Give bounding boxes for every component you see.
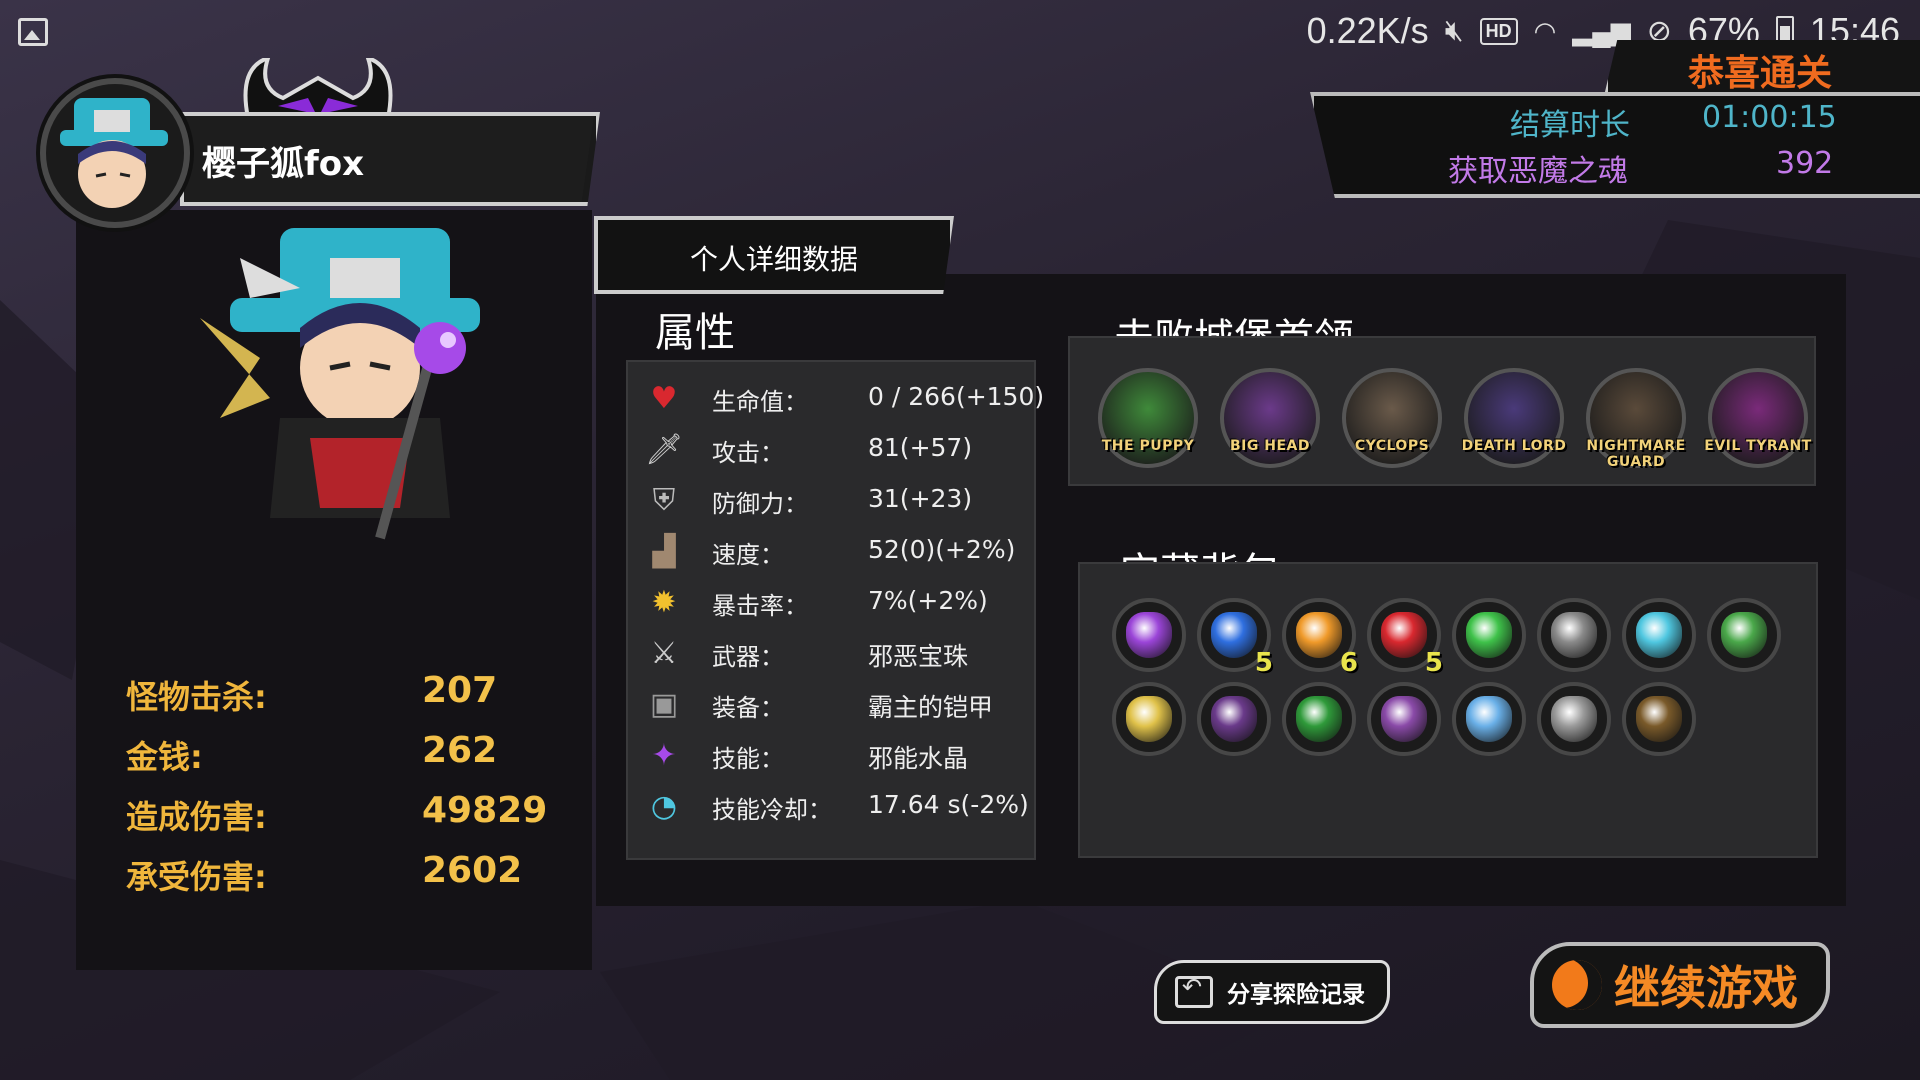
boss-name: DEATH LORD [1461,438,1567,454]
ice-rune-icon[interactable] [1622,598,1696,672]
attribute-label: 武器： [712,643,784,671]
attribute-row: ▣ 装备： 霸主的铠甲 [640,682,1040,730]
attribute-label: 技能： [712,745,784,773]
crit-sun-icon: ✹ [651,584,677,620]
boot-icon: ▟ [652,533,676,569]
duration-label: 结算时长 [1510,108,1630,143]
share-icon [1175,973,1213,1008]
tree-stump-icon[interactable] [1622,682,1696,756]
attribute-label: 技能冷却： [712,796,832,824]
attribute-label: 攻击： [712,439,784,467]
attribute-label: 暴击率： [712,592,808,620]
attribute-row: ◔ 技能冷却： 17.64 s(-2%) [640,784,1040,832]
boss-name: EVIL TYRANT [1704,438,1812,454]
boss-name: CYCLOPS [1354,438,1430,454]
tab-personal-details[interactable]: 个人详细数据 [594,216,954,294]
attribute-value: 81(+57) [868,433,973,462]
stat-value: 262 [422,730,498,771]
stat-value: 49829 [422,790,548,831]
attribute-label: 装备： [712,694,784,722]
attribute-value: 31(+23) [868,484,973,513]
player-name: 樱子狐fox [202,144,365,184]
cooldown-icon: ◔ [650,788,678,824]
stat-value: 2602 [422,850,523,891]
attributes-title: 属性 [655,310,735,356]
sword-icon: 🗡︎ [644,431,684,467]
wifi-icon: ◠ [1533,15,1557,46]
hero-portrait [200,228,480,540]
armor-icon: ▣ [649,686,679,722]
shield-icon: ⛨ [652,482,676,518]
attribute-value: 17.64 s(-2%) [868,790,1029,819]
stat-label: 承受伤害: [126,858,267,896]
item-count: 6 [1339,648,1358,678]
attribute-row: ♥ 生命值： 0 / 266(+150) [640,376,1045,424]
attribute-value: 霸主的铠甲 [868,693,994,722]
stat-value: 207 [422,670,498,711]
ice-scroll-icon[interactable] [1452,682,1526,756]
attribute-row: ⚔ 武器： 邪恶宝珠 [640,631,1040,679]
share-record-button[interactable]: 分享探险记录 [1154,960,1390,1024]
attribute-label: 生命值： [712,388,808,416]
net-speed: 0.22K/s [1306,10,1429,51]
golden-sigil-icon[interactable] [1112,682,1186,756]
item-count: 5 [1424,648,1443,678]
purple-fang-icon[interactable] [1367,682,1441,756]
green-potion-icon[interactable] [1452,598,1526,672]
blue-crystal-icon[interactable]: 5 [1197,598,1273,678]
attribute-value: 52(0)(+2%) [868,535,1016,564]
attribute-value: 邪能水晶 [868,744,969,773]
skill-icon: ✦ [651,737,677,773]
item-count: 5 [1254,648,1273,678]
clear-title: 恭喜通关 [1688,53,1833,94]
continue-button-label: 继续游戏 [1614,961,1798,1015]
stone-relic-icon[interactable] [1537,598,1611,672]
attribute-row: ✦ 技能： 邪能水晶 [640,733,1040,781]
purple-crystal-icon[interactable] [1112,598,1186,672]
attribute-row: ⛨ 防御力： 31(+23) [640,478,1040,526]
heart-icon: ♥ [650,380,678,416]
tab-label: 个人详细数据 [689,243,858,276]
stat-label: 金钱: [126,738,203,776]
share-button-label: 分享探险记录 [1227,982,1365,1008]
stat-label: 怪物击杀: [126,678,267,716]
boss-name: THE PUPPY [1101,438,1195,454]
continue-game-button[interactable]: 继续游戏 [1530,942,1830,1028]
boss-name: BIG HEAD [1230,438,1310,454]
attribute-row: ▟ 速度： 52(0)(+2%) [640,529,1040,577]
attribute-value: 7%(+2%) [868,586,988,615]
clover-icon[interactable] [1282,682,1356,756]
attribute-value: 0 / 266(+150) [868,382,1045,411]
souls-value: 392 [1776,146,1834,181]
gallery-icon [18,18,48,46]
stat-label: 造成伤害: [126,798,267,836]
mute-icon: 🔇︎ [1444,14,1464,47]
green-orb-icon[interactable] [1707,598,1781,672]
fire-crystal-icon[interactable]: 6 [1282,598,1358,678]
attribute-label: 防御力： [712,490,808,518]
weapon-icon: ⚔ [650,635,678,671]
red-crystal-icon[interactable]: 5 [1367,598,1443,678]
hd-badge: HD [1479,17,1518,45]
boss-name: NIGHTMARE GUARD [1586,438,1686,470]
attribute-label: 速度： [712,541,784,569]
clear-banner: 恭喜通关 [1604,40,1920,96]
attribute-row: 🗡︎ 攻击： 81(+57) [640,427,1040,475]
souls-label: 获取恶魔之魂 [1448,154,1628,189]
iron-gear-icon[interactable] [1537,682,1611,756]
attribute-value: 邪恶宝珠 [868,642,969,671]
avatar [40,78,190,228]
moon-icon [1552,960,1602,1010]
attribute-row: ✹ 暴击率： 7%(+2%) [640,580,1040,628]
dark-claw-icon[interactable] [1197,682,1271,756]
duration-value: 01:00:15 [1702,100,1837,135]
treasure-box [1078,562,1818,858]
